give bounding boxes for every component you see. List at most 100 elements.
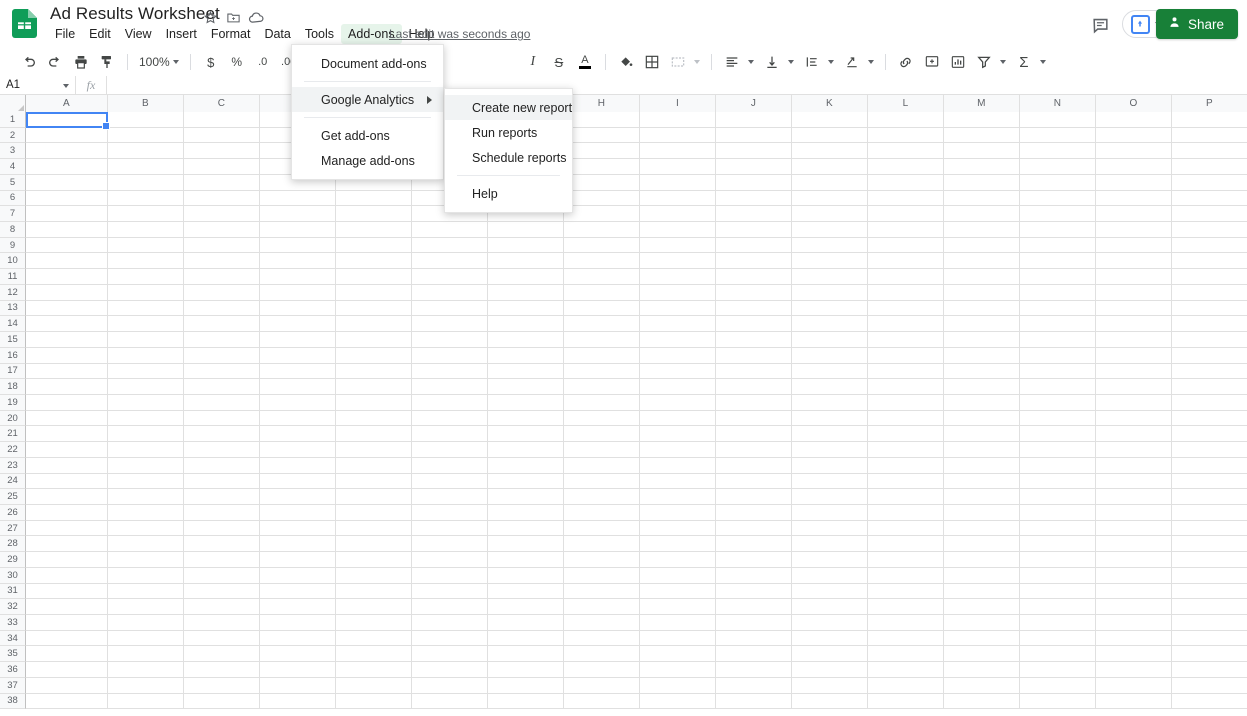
cell-B12[interactable] (108, 284, 184, 301)
cell-M11[interactable] (944, 269, 1020, 285)
cell-O9[interactable] (1096, 237, 1172, 254)
cell-E11[interactable] (336, 269, 412, 285)
row-header-32[interactable]: 32 (0, 599, 26, 615)
row-header-19[interactable]: 19 (0, 394, 26, 411)
cell-M3[interactable] (944, 143, 1020, 160)
cell-B2[interactable] (108, 127, 184, 144)
menu-insert[interactable]: Insert (159, 24, 204, 44)
cell-O22[interactable] (1096, 442, 1172, 458)
cell-A29[interactable] (26, 552, 108, 568)
cell-H29[interactable] (564, 552, 640, 568)
redo-icon[interactable] (42, 49, 68, 75)
share-button[interactable]: Share (1155, 9, 1238, 39)
cell-N2[interactable] (1020, 127, 1096, 144)
cell-P34[interactable] (1172, 630, 1247, 647)
cell-F8[interactable] (412, 222, 488, 238)
menu-item-google-analytics[interactable]: Google Analytics (292, 87, 443, 112)
cell-G27[interactable] (488, 520, 564, 537)
cell-K14[interactable] (792, 316, 868, 333)
cell-C8[interactable] (184, 222, 260, 238)
cell-E19[interactable] (336, 394, 412, 411)
column-header-a[interactable]: A (26, 95, 108, 112)
cell-A21[interactable] (26, 426, 108, 443)
cell-I14[interactable] (640, 316, 716, 333)
cell-I25[interactable] (640, 489, 716, 505)
row-header-15[interactable]: 15 (0, 332, 26, 348)
cell-O4[interactable] (1096, 159, 1172, 175)
row-header-18[interactable]: 18 (0, 379, 26, 395)
column-header-n[interactable]: N (1020, 95, 1096, 112)
cell-P31[interactable] (1172, 583, 1247, 600)
cell-N10[interactable] (1020, 253, 1096, 270)
cell-L9[interactable] (868, 237, 944, 254)
cell-L12[interactable] (868, 284, 944, 301)
cell-L11[interactable] (868, 269, 944, 285)
cell-B35[interactable] (108, 646, 184, 663)
cell-C2[interactable] (184, 127, 260, 144)
cell-C31[interactable] (184, 583, 260, 600)
chevron-down-icon[interactable] (747, 60, 754, 64)
cell-I36[interactable] (640, 662, 716, 678)
cell-B32[interactable] (108, 599, 184, 615)
cell-M9[interactable] (944, 237, 1020, 254)
cell-P28[interactable] (1172, 536, 1247, 553)
cell-P7[interactable] (1172, 206, 1247, 223)
cell-J20[interactable] (716, 410, 792, 427)
cell-N34[interactable] (1020, 630, 1096, 647)
cell-H24[interactable] (564, 473, 640, 490)
cell-D37[interactable] (260, 677, 336, 694)
cell-B37[interactable] (108, 677, 184, 694)
cell-O18[interactable] (1096, 379, 1172, 395)
cell-H32[interactable] (564, 599, 640, 615)
cell-C12[interactable] (184, 284, 260, 301)
cell-I32[interactable] (640, 599, 716, 615)
cell-G15[interactable] (488, 332, 564, 348)
cell-M24[interactable] (944, 473, 1020, 490)
cell-M5[interactable] (944, 174, 1020, 191)
cell-D18[interactable] (260, 379, 336, 395)
cell-C6[interactable] (184, 190, 260, 207)
cell-E30[interactable] (336, 567, 412, 584)
cell-E28[interactable] (336, 536, 412, 553)
cell-J28[interactable] (716, 536, 792, 553)
cell-I22[interactable] (640, 442, 716, 458)
cell-D31[interactable] (260, 583, 336, 600)
cell-M21[interactable] (944, 426, 1020, 443)
cell-O8[interactable] (1096, 222, 1172, 238)
row-header-9[interactable]: 9 (0, 237, 26, 254)
cell-D36[interactable] (260, 662, 336, 678)
cell-I2[interactable] (640, 127, 716, 144)
cell-F31[interactable] (412, 583, 488, 600)
cell-N16[interactable] (1020, 347, 1096, 364)
cell-K17[interactable] (792, 363, 868, 380)
cell-H7[interactable] (564, 206, 640, 223)
menu-format[interactable]: Format (204, 24, 258, 44)
cell-E29[interactable] (336, 552, 412, 568)
cell-B26[interactable] (108, 504, 184, 521)
cell-C17[interactable] (184, 363, 260, 380)
cell-N25[interactable] (1020, 489, 1096, 505)
menu-item-create-new-report[interactable]: Create new report (445, 95, 572, 120)
row-header-28[interactable]: 28 (0, 536, 26, 553)
row-header-22[interactable]: 22 (0, 442, 26, 458)
cell-A10[interactable] (26, 253, 108, 270)
cell-C20[interactable] (184, 410, 260, 427)
cell-P5[interactable] (1172, 174, 1247, 191)
cell-A32[interactable] (26, 599, 108, 615)
cell-E37[interactable] (336, 677, 412, 694)
decrease-decimal-button[interactable]: .0 (250, 49, 276, 75)
text-wrap-icon[interactable] (799, 49, 825, 75)
cell-C5[interactable] (184, 174, 260, 191)
text-rotation-icon[interactable] (839, 49, 865, 75)
cell-O24[interactable] (1096, 473, 1172, 490)
column-header-i[interactable]: I (640, 95, 716, 112)
cell-L4[interactable] (868, 159, 944, 175)
cell-A12[interactable] (26, 284, 108, 301)
cell-P1[interactable] (1172, 112, 1247, 128)
cell-B9[interactable] (108, 237, 184, 254)
cell-M16[interactable] (944, 347, 1020, 364)
cell-H31[interactable] (564, 583, 640, 600)
cell-O5[interactable] (1096, 174, 1172, 191)
cell-H2[interactable] (564, 127, 640, 144)
cell-M35[interactable] (944, 646, 1020, 663)
